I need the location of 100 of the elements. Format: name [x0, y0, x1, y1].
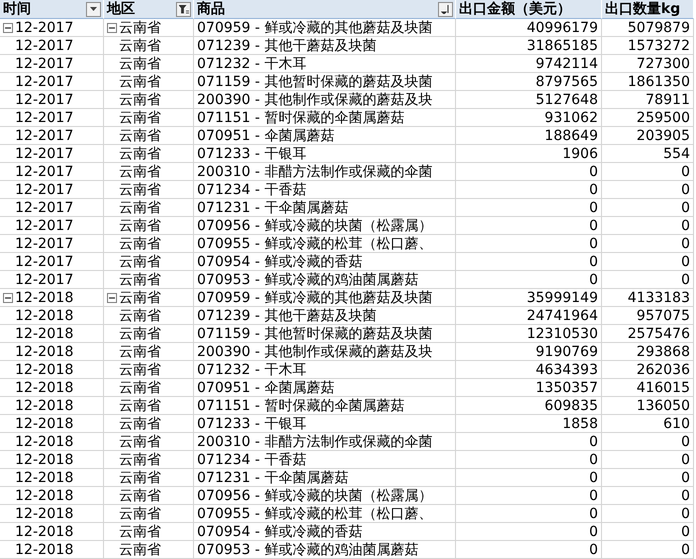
table-cell: 200310 - 非醋方法制作或保藏的伞菌: [194, 433, 456, 451]
table-cell: 1350357: [456, 379, 602, 397]
table-cell: 071239 - 其他干蘑菇及块菌: [194, 307, 456, 325]
table-cell: 0: [602, 487, 694, 505]
table-cell: 云南省: [104, 433, 194, 451]
table-cell: 070959 - 鲜或冷藏的其他蘑菇及块菌: [194, 19, 456, 37]
table-cell: 609835: [456, 397, 602, 415]
table-cell: 0: [456, 469, 602, 487]
table-cell: 12-2018: [0, 451, 104, 469]
table-cell: 云南省: [104, 523, 194, 541]
table-cell: 071231 - 干伞菌属蘑菇: [194, 199, 456, 217]
table-cell: 12-2017: [0, 181, 104, 199]
table-cell: 0: [602, 433, 694, 451]
filter-button[interactable]: [176, 2, 191, 16]
table-cell: 云南省: [104, 379, 194, 397]
table-cell: 071233 - 干银耳: [194, 145, 456, 163]
table-cell: 云南省: [104, 235, 194, 253]
table-cell: 293868: [602, 343, 694, 361]
table-cell: 0: [456, 253, 602, 271]
table-cell: 12-2017: [0, 37, 104, 55]
table-cell: 1906: [456, 145, 602, 163]
table-cell: 0: [602, 217, 694, 235]
table-cell: 200390 - 其他制作或保藏的蘑菇及块: [194, 343, 456, 361]
header-label: 出口金额（美元）: [459, 0, 571, 18]
header-label: 地区: [107, 0, 135, 18]
table-cell: 070953 - 鲜或冷藏的鸡油菌属蘑菇: [194, 541, 456, 559]
table-cell: 31865185: [456, 37, 602, 55]
table-cell: 35999149: [456, 289, 602, 307]
table-cell: 云南省: [104, 127, 194, 145]
table-cell: 070954 - 鲜或冷藏的香菇: [194, 253, 456, 271]
table-cell: 2575476: [602, 325, 694, 343]
table-cell: 071239 - 其他干蘑菇及块菌: [194, 37, 456, 55]
collapse-button[interactable]: [3, 292, 13, 302]
collapse-button[interactable]: [3, 22, 13, 32]
table-cell: 554: [602, 145, 694, 163]
table-cell: 071232 - 干木耳: [194, 361, 456, 379]
table-cell: 071231 - 干伞菌属蘑菇: [194, 469, 456, 487]
table-cell: 12-2017: [0, 235, 104, 253]
table-cell: 0: [456, 451, 602, 469]
table-cell: 云南省: [104, 343, 194, 361]
table-cell: 云南省: [104, 253, 194, 271]
table-cell: 12-2018: [0, 415, 104, 433]
minus-icon: [109, 24, 115, 30]
table-cell: 9190769: [456, 343, 602, 361]
collapse-button[interactable]: [107, 292, 117, 302]
table-cell: 0: [456, 235, 602, 253]
sort-button[interactable]: [438, 2, 453, 16]
collapse-button[interactable]: [107, 22, 117, 32]
table-cell: 203905: [602, 127, 694, 145]
table-cell: 200310 - 非醋方法制作或保藏的伞菌: [194, 163, 456, 181]
table-cell: 957075: [602, 307, 694, 325]
table-cell: 070955 - 鲜或冷藏的松茸（松口蘑、: [194, 235, 456, 253]
filter-icon: [178, 4, 188, 14]
table-cell: 9742114: [456, 55, 602, 73]
minus-icon: [5, 24, 11, 30]
table-cell: 1858: [456, 415, 602, 433]
table-cell: 12-2018: [0, 325, 104, 343]
table-cell: 1573272: [602, 37, 694, 55]
table-cell: 12-2018: [0, 505, 104, 523]
table-cell: 1861350: [602, 73, 694, 91]
table-cell: 0: [456, 163, 602, 181]
table-cell: 200390 - 其他制作或保藏的蘑菇及块: [194, 91, 456, 109]
table-cell: 12-2017: [15, 20, 74, 36]
table-cell: 12-2017: [0, 217, 104, 235]
dropdown-button[interactable]: [86, 2, 101, 16]
table-cell: 0: [602, 469, 694, 487]
table-cell: 云南省: [104, 181, 194, 199]
table-cell: 8797565: [456, 73, 602, 91]
table-cell: 071234 - 干香菇: [194, 451, 456, 469]
table-cell: 5127648: [456, 91, 602, 109]
table-cell: 5079879: [602, 19, 694, 37]
table-cell: 0: [602, 505, 694, 523]
table-cell: 12-2018: [0, 433, 104, 451]
table-cell: 071159 - 其他暂时保藏的蘑菇及块菌: [194, 325, 456, 343]
table-cell: 24741964: [456, 307, 602, 325]
table-cell: 262036: [602, 361, 694, 379]
table-cell: 070954 - 鲜或冷藏的香菇: [194, 523, 456, 541]
table-cell: 070951 - 伞菌属蘑菇: [194, 379, 456, 397]
table-cell: 12-2017: [0, 73, 104, 91]
table-cell: 云南省: [104, 91, 194, 109]
table-cell: 4133183: [602, 289, 694, 307]
table-cell: 云南省: [104, 505, 194, 523]
table-cell: 云南省: [104, 307, 194, 325]
table-cell: 0: [602, 199, 694, 217]
table-cell: 070956 - 鲜或冷藏的块菌（松露属）: [194, 217, 456, 235]
table-cell: 12-2018: [0, 379, 104, 397]
table-cell: 12-2017: [0, 55, 104, 73]
table-cell: 云南省: [104, 37, 194, 55]
caret-icon: [90, 7, 97, 11]
table-cell: 416015: [602, 379, 694, 397]
table-cell: 40996179: [456, 19, 602, 37]
table-cell: 云南省: [104, 397, 194, 415]
header-label: 出口数量kg: [605, 0, 680, 18]
table-cell: 12-2018: [0, 541, 104, 559]
table-cell: 071151 - 暂时保藏的伞菌属蘑菇: [194, 109, 456, 127]
table-cell: 0: [456, 271, 602, 289]
sort-icon: [440, 4, 450, 14]
table-cell: 070956 - 鲜或冷藏的块菌（松露属）: [194, 487, 456, 505]
table-cell: 12-2017: [0, 91, 104, 109]
header-label: 时间: [3, 0, 31, 18]
